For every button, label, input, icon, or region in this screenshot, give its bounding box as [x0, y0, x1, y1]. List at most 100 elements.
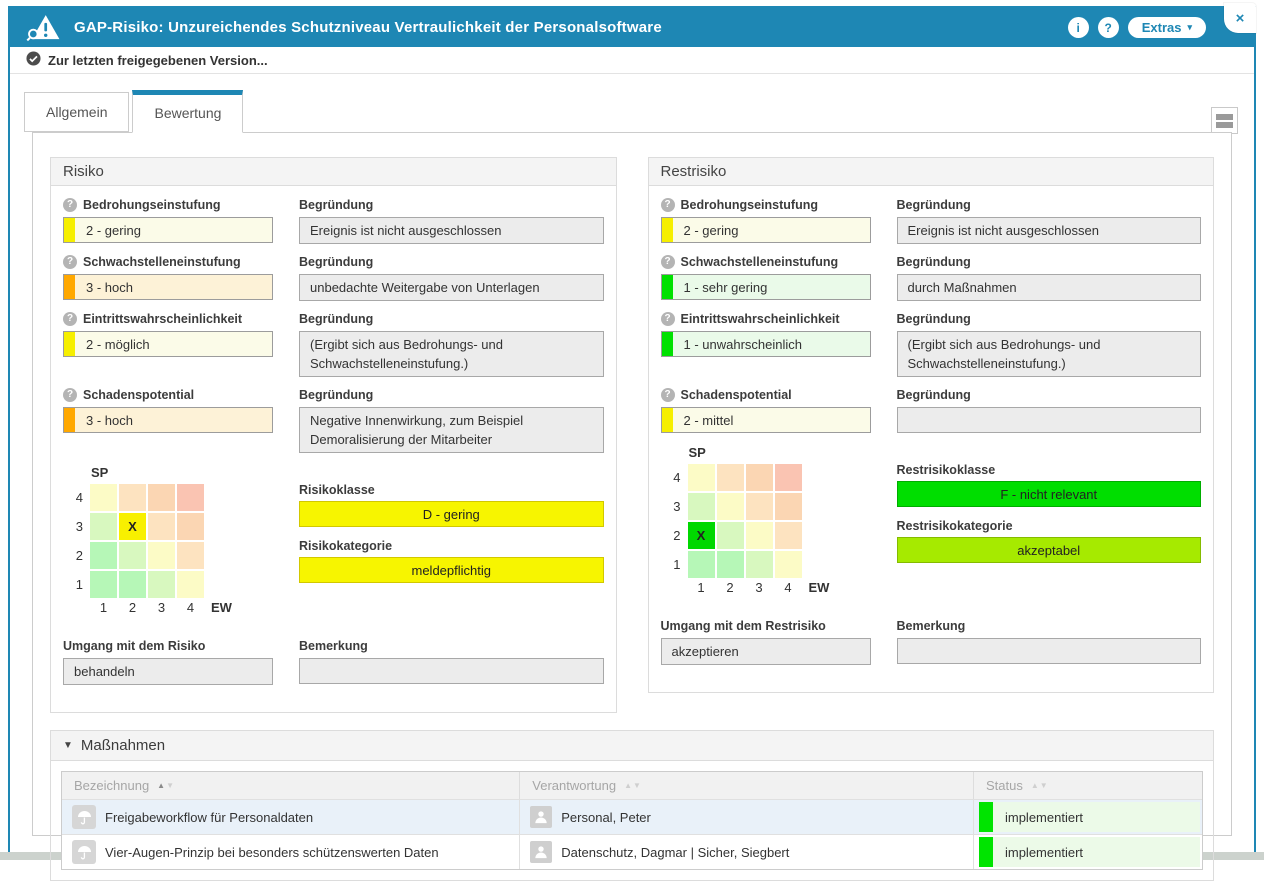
rating-value: 2 - mittel	[684, 413, 734, 428]
note-input[interactable]	[897, 638, 1202, 664]
body-area: Allgemein Bewertung Risiko ? Bedrohungse…	[10, 90, 1254, 866]
table-row[interactable]: Vier-Augen-Prinzip bei besonders schütze…	[62, 834, 1202, 869]
residual-category-value: akzeptabel	[897, 537, 1202, 563]
field-label: Eintrittswahrscheinlichkeit	[681, 312, 840, 326]
reason-input[interactable]	[897, 407, 1202, 433]
column-label: Status	[986, 778, 1023, 793]
column-label: Verantwortung	[532, 778, 616, 793]
matrix-cell	[90, 571, 117, 598]
rating-select[interactable]: 2 - gering	[63, 217, 273, 243]
collapse-caret-icon: ▼	[63, 740, 73, 751]
field-label: Schadenspotential	[681, 388, 792, 402]
help-icon[interactable]: ?	[661, 198, 675, 212]
reason-input[interactable]: unbedachte Weitergabe von Unterlagen	[299, 274, 604, 301]
matrix-cell	[746, 464, 773, 491]
check-icon	[26, 51, 41, 69]
info-button[interactable]: i	[1068, 17, 1089, 38]
reason-label: Begründung	[897, 312, 971, 326]
title-bar: GAP-Risiko: Unzureichendes Schutzniveau …	[10, 8, 1254, 47]
rating-select[interactable]: 1 - unwahrscheinlich	[661, 331, 871, 357]
reason-label: Begründung	[299, 255, 373, 269]
matrix-cell	[688, 464, 715, 491]
massnahme-label: Freigabeworkflow für Personaldaten	[105, 810, 313, 825]
matrix-cell	[177, 571, 204, 598]
help-icon[interactable]: ?	[661, 312, 675, 326]
massnahmen-table: Bezeichnung ▲▼ Verantwortung ▲▼ Status ▲…	[61, 771, 1203, 870]
status-badge: implementiert	[979, 802, 1200, 832]
reason-label: Begründung	[897, 255, 971, 269]
content-card: Risiko ? Bedrohungseinstufung 2 - gering	[32, 132, 1232, 836]
field-label: Eintrittswahrscheinlichkeit	[83, 312, 242, 326]
matrix-cell	[746, 493, 773, 520]
help-icon[interactable]: ?	[63, 388, 77, 402]
reason-label: Begründung	[299, 312, 373, 326]
matrix-cell	[717, 551, 744, 578]
massnahmen-collapse-header[interactable]: ▼ Maßnahmen	[51, 731, 1213, 761]
responsible-label: Personal, Peter	[561, 810, 651, 825]
person-icon	[530, 806, 552, 828]
umbrella-icon	[72, 840, 96, 864]
handling-input[interactable]: akzeptieren	[661, 638, 871, 665]
column-header-verantwortung[interactable]: Verantwortung ▲▼	[520, 772, 974, 799]
rating-select[interactable]: 2 - mittel	[661, 407, 871, 433]
reason-input[interactable]: durch Maßnahmen	[897, 274, 1202, 301]
tab-allgemein[interactable]: Allgemein	[24, 92, 129, 132]
panel-restrisiko-title: Restrisiko	[649, 158, 1214, 186]
tab-bar: Allgemein Bewertung	[24, 90, 1254, 132]
massnahmen-table-body: Freigabeworkflow für Personaldaten Person…	[62, 799, 1202, 869]
version-link[interactable]: Zur letzten freigegebenen Version...	[48, 53, 268, 68]
handling-input[interactable]: behandeln	[63, 658, 273, 685]
risk-category-label: Risikokategorie	[299, 539, 604, 553]
note-input[interactable]	[299, 658, 604, 684]
matrix-cell	[746, 522, 773, 549]
field-label: Schwachstelleneinstufung	[681, 255, 839, 269]
sort-icons: ▲▼	[1031, 781, 1048, 790]
status-badge: implementiert	[979, 837, 1200, 867]
help-icon[interactable]: ?	[661, 255, 675, 269]
risk-dialog: GAP-Risiko: Unzureichendes Schutzniveau …	[8, 6, 1256, 852]
help-icon[interactable]: ?	[63, 255, 77, 269]
reason-input[interactable]: Ereignis ist nicht ausgeschlossen	[897, 217, 1202, 244]
matrix-cell	[717, 493, 744, 520]
help-button[interactable]: ?	[1098, 17, 1119, 38]
field-label: Schwachstelleneinstufung	[83, 255, 241, 269]
matrix-cell	[688, 493, 715, 520]
extras-label: Extras	[1142, 20, 1182, 35]
matrix-cell	[119, 484, 146, 511]
reason-input[interactable]: (Ergibt sich aus Bedrohungs- und Schwach…	[897, 331, 1202, 377]
table-row[interactable]: Freigabeworkflow für Personaldaten Person…	[62, 799, 1202, 834]
help-icon[interactable]: ?	[63, 198, 77, 212]
version-bar: Zur letzten freigegebenen Version...	[10, 47, 1254, 74]
risk-category-value: meldepflichtig	[299, 557, 604, 583]
massnahmen-title: Maßnahmen	[81, 737, 165, 754]
help-icon[interactable]: ?	[63, 312, 77, 326]
residual-category-label: Restrisikokategorie	[897, 519, 1202, 533]
reason-input[interactable]: Negative Innenwirkung, zum Beispiel Demo…	[299, 407, 604, 453]
status-label: implementiert	[1005, 845, 1083, 860]
status-color-strip	[979, 802, 993, 832]
rating-select[interactable]: 1 - sehr gering	[661, 274, 871, 300]
rating-select[interactable]: 3 - hoch	[63, 274, 273, 300]
rating-select[interactable]: 3 - hoch	[63, 407, 273, 433]
tab-bewertung[interactable]: Bewertung	[132, 90, 243, 133]
risk-class-value: D - gering	[299, 501, 604, 527]
close-button[interactable]: ×	[1224, 3, 1256, 33]
note-label: Bemerkung	[299, 639, 368, 653]
sort-icons: ▲▼	[624, 781, 641, 790]
rating-select[interactable]: 2 - möglich	[63, 331, 273, 357]
panel-restrisiko: Restrisiko ? Bedrohungseinstufung 2 - ge…	[648, 157, 1215, 693]
rating-select[interactable]: 2 - gering	[661, 217, 871, 243]
column-header-bezeichnung[interactable]: Bezeichnung ▲▼	[62, 772, 520, 799]
chevron-down-icon: ▾	[1187, 22, 1192, 33]
reason-input[interactable]: Ereignis ist nicht ausgeschlossen	[299, 217, 604, 244]
column-header-status[interactable]: Status ▲▼	[974, 772, 1202, 799]
rating-value: 2 - möglich	[86, 337, 150, 352]
matrix-cell	[90, 513, 117, 540]
help-icon[interactable]: ?	[661, 388, 675, 402]
reason-input[interactable]: (Ergibt sich aus Bedrohungs- und Schwach…	[299, 331, 604, 377]
extras-button[interactable]: Extras ▾	[1128, 17, 1206, 38]
matrix-cell	[775, 522, 802, 549]
risk-class-label: Risikoklasse	[299, 483, 604, 497]
matrix-cell	[177, 484, 204, 511]
umbrella-icon	[72, 805, 96, 829]
